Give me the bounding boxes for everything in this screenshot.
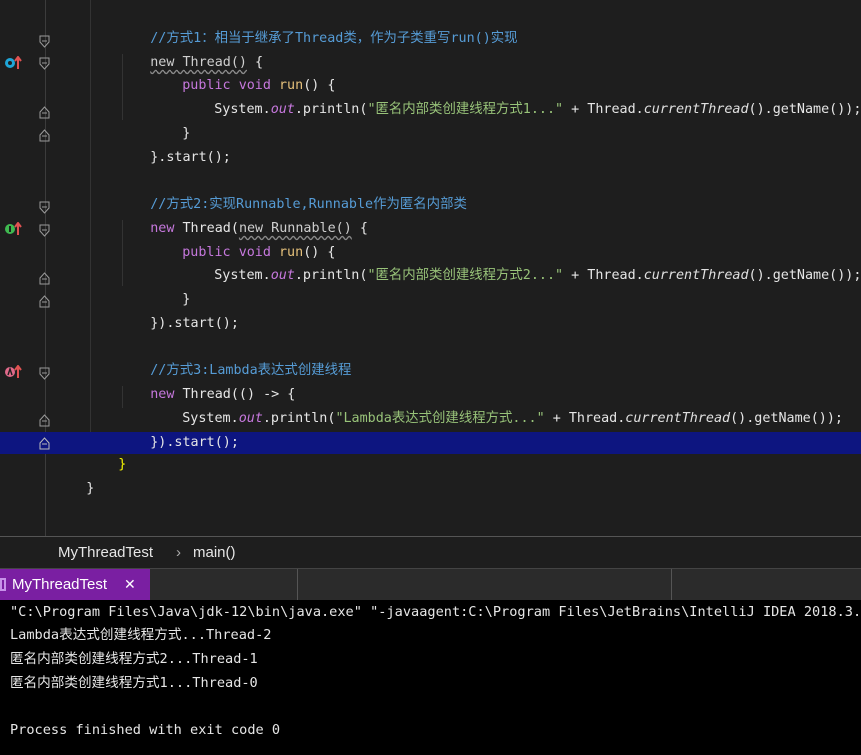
breadcrumb-separator: › — [176, 544, 181, 561]
fold-end-icon[interactable] — [39, 437, 50, 450]
code-token: .println( — [294, 268, 368, 283]
code-line[interactable]: System.out.println("匿名内部类创建线程方式2..." + T… — [182, 243, 861, 283]
field: out — [238, 411, 263, 426]
field: out — [270, 268, 295, 283]
run-config-icon — [0, 578, 6, 591]
code-token: + Thread. — [544, 411, 626, 426]
static-method: currentThread — [643, 102, 749, 117]
code-line[interactable]: } — [86, 432, 126, 472]
fold-end-icon[interactable] — [39, 272, 50, 285]
code-token: System. — [214, 102, 271, 117]
breadcrumb-method[interactable]: main() — [193, 537, 236, 569]
code-line[interactable]: } — [54, 456, 94, 496]
static-method: currentThread — [625, 411, 731, 426]
string-literal: "Lambda表达式创建线程方式..." — [335, 411, 545, 426]
fold-end-icon[interactable] — [39, 414, 50, 427]
tab-divider — [671, 569, 672, 600]
console-output[interactable]: "C:\Program Files\Java\jdk-12\bin\java.e… — [0, 600, 861, 755]
fold-marker-icon[interactable] — [39, 224, 50, 237]
breadcrumb: MyThreadTest › main() — [0, 536, 861, 569]
lambda-icon[interactable] — [4, 365, 22, 379]
indent-guide — [90, 0, 91, 432]
code-line[interactable]: //方式1：相当于继承了Thread类，作为子类重写run()实现 — [118, 6, 517, 46]
code-editor[interactable]: //方式1：相当于继承了Thread类，作为子类重写run()实现 new Th… — [0, 0, 861, 536]
code-line[interactable]: }).start(); — [118, 410, 239, 450]
code-line[interactable]: public void run() { — [150, 53, 335, 93]
tab-divider — [297, 569, 298, 600]
fold-end-icon[interactable] — [39, 129, 50, 142]
code-token: }).start(); — [150, 316, 239, 331]
implement-icon[interactable] — [4, 222, 22, 236]
code-line[interactable]: }).start(); — [118, 291, 239, 331]
code-line[interactable]: new Thread() { — [118, 30, 263, 70]
field: out — [270, 102, 295, 117]
code-token: }.start(); — [150, 150, 231, 165]
breadcrumb-class[interactable]: MyThreadTest — [58, 537, 153, 569]
code-token: System. — [214, 268, 271, 283]
fold-end-icon[interactable] — [39, 106, 50, 119]
run-tool-window-tabs: MyThreadTest ✕ — [0, 568, 861, 601]
code-line[interactable]: } — [150, 267, 190, 307]
code-token: { — [351, 221, 368, 236]
code-line[interactable]: System.out.println("匿名内部类创建线程方式1..." + T… — [182, 77, 861, 117]
console-line: Lambda表达式创建线程方式...Thread-2 — [10, 627, 272, 643]
code-line[interactable]: public void run() { — [150, 220, 335, 260]
code-token: + Thread. — [563, 102, 644, 117]
run-tab[interactable]: MyThreadTest ✕ — [0, 569, 150, 600]
string-literal: "匿名内部类创建线程方式2..." — [367, 268, 564, 283]
fold-end-icon[interactable] — [39, 295, 50, 308]
code-line[interactable]: } — [150, 101, 190, 141]
code-line[interactable]: new Thread(() -> { — [118, 362, 295, 402]
static-method: currentThread — [643, 268, 749, 283]
code-token: .println( — [262, 411, 336, 426]
console-line: Process finished with exit code 0 — [10, 722, 281, 738]
run-tab-label: MyThreadTest — [12, 576, 108, 593]
console-line: "C:\Program Files\Java\jdk-12\bin\java.e… — [10, 604, 861, 620]
code-token: }).start(); — [150, 435, 239, 450]
code-line[interactable]: //方式3:Lambda表达式创建线程 — [118, 338, 351, 378]
code-line[interactable]: }.start(); — [118, 125, 231, 165]
code-token: ().getName()); — [748, 268, 861, 283]
code-line[interactable]: System.out.println("Lambda表达式创建线程方式..." … — [150, 386, 843, 426]
code-line[interactable]: new Thread(new Runnable() { — [118, 196, 368, 236]
string-literal: "匿名内部类创建线程方式1..." — [367, 102, 564, 117]
code-token: + Thread. — [563, 268, 644, 283]
gutter-divider — [45, 0, 46, 536]
matched-brace: } — [118, 457, 127, 472]
console-line: 匿名内部类创建线程方式2...Thread-1 — [10, 651, 258, 667]
console-line: 匿名内部类创建线程方式1...Thread-0 — [10, 675, 258, 691]
code-token: ().getName()); — [730, 411, 843, 426]
fold-marker-icon[interactable] — [39, 57, 50, 70]
code-token: .println( — [294, 102, 368, 117]
fold-marker-icon[interactable] — [39, 35, 50, 48]
code-line[interactable]: //方式2:实现Runnable,Runnable作为匿名内部类 — [118, 172, 467, 212]
fold-marker-icon[interactable] — [39, 201, 50, 214]
code-token: ().getName()); — [748, 102, 861, 117]
fold-marker-icon[interactable] — [39, 367, 50, 380]
code-token: } — [86, 481, 95, 496]
close-icon[interactable]: ✕ — [124, 569, 136, 600]
override-icon[interactable] — [4, 56, 22, 70]
